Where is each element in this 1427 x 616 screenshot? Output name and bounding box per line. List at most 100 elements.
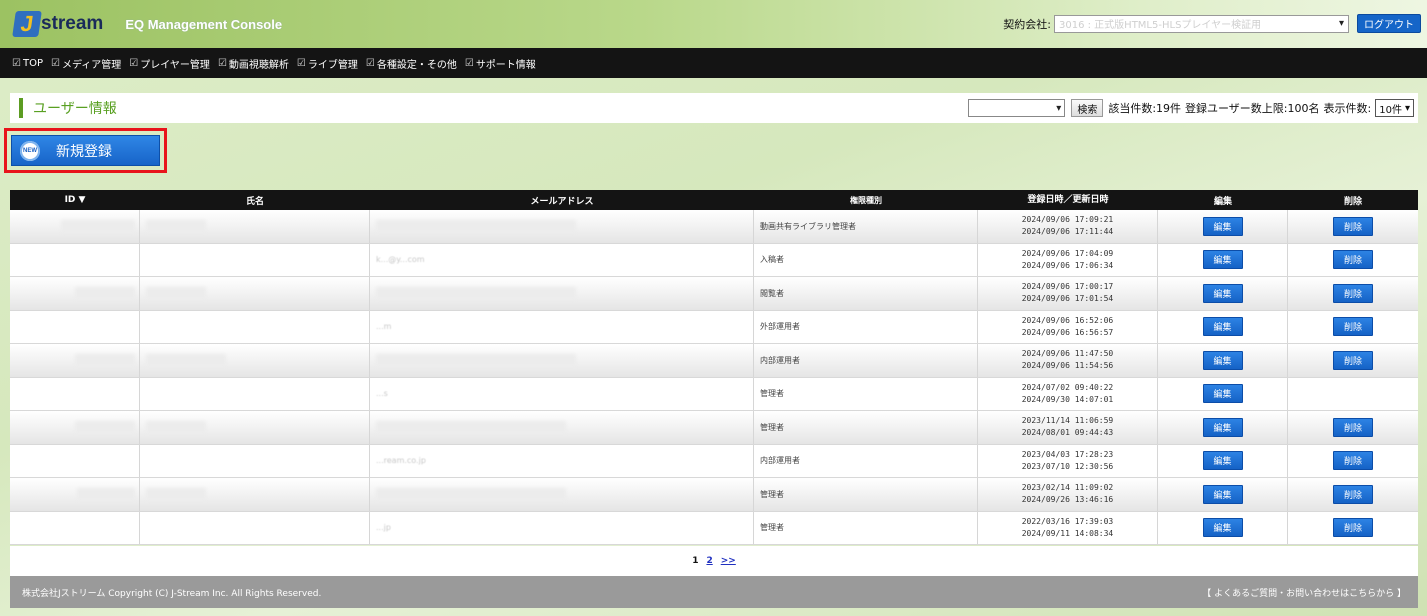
- checkbox-icon: ☑: [365, 57, 375, 69]
- edit-button[interactable]: 編集: [1202, 350, 1243, 370]
- cell-edit: 編集: [1158, 444, 1288, 477]
- cell-edit: 編集: [1158, 478, 1288, 511]
- cell-delete: 削除: [1288, 478, 1418, 511]
- filter-select[interactable]: ▾: [968, 99, 1066, 117]
- table-row: 管理者 2023/02/14 11:09:02 2024/09/26 13:46:1…: [10, 478, 1418, 512]
- updated-date: 2024/09/06 16:56:57: [1021, 327, 1114, 337]
- cell-edit: 編集: [1158, 277, 1288, 310]
- contract-select[interactable]: 3016 : 正式版HTML5-HLSプレイヤー検証用 ▾: [1054, 14, 1349, 33]
- copyright: 株式会社Jストリーム Copyright (C) J-Stream Inc. A…: [22, 588, 322, 599]
- delete-button[interactable]: 削除: [1333, 250, 1373, 270]
- new-register-highlight: NEW 新規登録: [4, 128, 167, 173]
- app-root: J stream EQ Management Console 契約会社: 301…: [0, 0, 1427, 616]
- nav-item-live[interactable]: ☑ ライブ管理: [297, 56, 358, 71]
- table-row: ...ream.co.jp 内部運用者 2023/04/03 17:28:23 202…: [10, 444, 1418, 478]
- updated-date: 2024/09/06 11:54:56: [1021, 361, 1114, 371]
- nav-item-label: ライブ管理: [307, 59, 358, 71]
- cell-delete: 削除: [1288, 512, 1418, 545]
- per-page-label: 表示件数:: [1323, 102, 1372, 115]
- email-hint: k...@y...com: [376, 255, 425, 265]
- chevron-down-icon: ▾: [1056, 102, 1062, 114]
- delete-button[interactable]: 削除: [1333, 317, 1373, 337]
- cell-dates: 2024/09/06 11:47:50 2024/09/06 11:54:56: [978, 344, 1158, 377]
- header: J stream EQ Management Console 契約会社: 301…: [0, 0, 1427, 48]
- page-2-link[interactable]: 2: [706, 556, 712, 566]
- page-next-link[interactable]: >>: [721, 556, 736, 566]
- cell-id: [10, 277, 140, 310]
- cell-dates: 2024/09/06 17:09:21 2024/09/06 17:11:44: [978, 210, 1158, 243]
- edit-button[interactable]: 編集: [1202, 384, 1243, 404]
- cell-id: [10, 511, 140, 544]
- logout-button[interactable]: ログアウト: [1357, 14, 1421, 33]
- delete-button[interactable]: 削除: [1333, 216, 1373, 236]
- cell-email: [370, 344, 754, 377]
- table-header: ID ▼ 氏名 メールアドレス 権限種別 登録日時／更新日時 編集 削除: [10, 190, 1418, 210]
- chevron-down-icon: ▾: [1404, 102, 1410, 114]
- jstream-logo[interactable]: J stream: [12, 8, 103, 40]
- cell-edit: 編集: [1158, 243, 1288, 276]
- cell-id: [10, 310, 140, 343]
- cell-name: [140, 310, 370, 343]
- edit-button[interactable]: 編集: [1202, 451, 1243, 471]
- registered-date: 2024/09/06 17:04:09: [1021, 248, 1114, 258]
- delete-button[interactable]: 削除: [1333, 518, 1373, 538]
- nav-item-label: TOP: [22, 57, 43, 69]
- edit-button[interactable]: 編集: [1202, 216, 1243, 236]
- per-page-select[interactable]: 10件 ▾: [1375, 99, 1414, 117]
- delete-button[interactable]: 削除: [1333, 350, 1373, 370]
- cell-email: ...ream.co.jp: [370, 444, 754, 477]
- edit-button[interactable]: 編集: [1202, 484, 1243, 504]
- search-button[interactable]: 検索: [1071, 99, 1104, 117]
- cell-edit: 編集: [1158, 377, 1288, 410]
- support-link[interactable]: 【 よくあるご質問・お問い合わせはこちらから 】: [1202, 586, 1406, 599]
- edit-button[interactable]: 編集: [1202, 417, 1243, 437]
- nav-item-analytics[interactable]: ☑ 動画視聴解析: [218, 56, 289, 71]
- redacted-name: [146, 488, 206, 501]
- logo-mark: J: [12, 11, 42, 37]
- nav-item-settings[interactable]: ☑ 各種設定・その他: [366, 56, 457, 71]
- registered-date: 2024/09/06 17:09:21: [1021, 215, 1114, 225]
- redacted-id: [77, 488, 135, 501]
- edit-button[interactable]: 編集: [1202, 317, 1243, 337]
- footer: 株式会社Jストリーム Copyright (C) J-Stream Inc. A…: [10, 576, 1418, 608]
- nav-item-top[interactable]: ☑ TOP: [12, 58, 43, 69]
- redacted-name: [146, 220, 206, 233]
- cell-email: [370, 277, 754, 310]
- cell-edit: 編集: [1158, 344, 1288, 377]
- checkbox-icon: ☑: [50, 57, 60, 69]
- new-register-label: 新規登録: [56, 143, 112, 160]
- updated-date: 2024/09/11 14:08:34: [1021, 528, 1114, 538]
- edit-button[interactable]: 編集: [1202, 250, 1243, 270]
- cell-name: [140, 478, 370, 511]
- page-header: ユーザー情報 ▾ 検索 該当件数:19件 登録ユーザー数上限:100名 表示件数…: [10, 93, 1418, 123]
- email-hint: ...s: [376, 389, 388, 399]
- redacted-email: [376, 421, 566, 434]
- nav-item-media[interactable]: ☑ メディア管理: [51, 56, 121, 71]
- content-area: ユーザー情報 ▾ 検索 該当件数:19件 登録ユーザー数上限:100名 表示件数…: [0, 78, 1427, 616]
- redacted-email: [376, 488, 566, 501]
- redacted-id: [75, 421, 135, 434]
- table-row: 内部運用者 2024/09/06 11:47:50 2024/09/06 11:54…: [10, 344, 1418, 378]
- cell-dates: 2022/03/16 17:39:03 2024/09/11 14:08:34: [978, 511, 1158, 544]
- updated-date: 2024/09/06 17:06:34: [1021, 260, 1114, 270]
- delete-button[interactable]: 削除: [1333, 484, 1373, 504]
- table-body: 動画共有ライブラリ管理者 2024/09/06 17:09:21 2024/09/0…: [10, 210, 1418, 545]
- nav-item-support[interactable]: ☑ サポート情報: [465, 56, 536, 71]
- edit-button[interactable]: 編集: [1202, 283, 1243, 303]
- registered-date: 2023/04/03 17:28:23: [1021, 449, 1114, 459]
- delete-button[interactable]: 削除: [1333, 283, 1373, 303]
- cell-id: [10, 210, 140, 243]
- cell-edit: 編集: [1158, 511, 1288, 544]
- new-register-button[interactable]: NEW 新規登録: [11, 135, 160, 166]
- delete-button[interactable]: 削除: [1333, 451, 1373, 471]
- cell-email: ...jp: [370, 511, 754, 544]
- nav-item-player[interactable]: ☑ プレイヤー管理: [129, 56, 210, 71]
- cell-role: 閲覧者: [754, 277, 978, 310]
- col-id[interactable]: ID ▼: [10, 190, 140, 210]
- cell-role: 入稿者: [754, 243, 978, 276]
- cell-email: [370, 478, 754, 511]
- edit-button[interactable]: 編集: [1202, 518, 1243, 538]
- registered-date: 2024/09/06 17:00:17: [1021, 282, 1114, 292]
- delete-button[interactable]: 削除: [1333, 417, 1373, 437]
- redacted-email: [376, 354, 576, 367]
